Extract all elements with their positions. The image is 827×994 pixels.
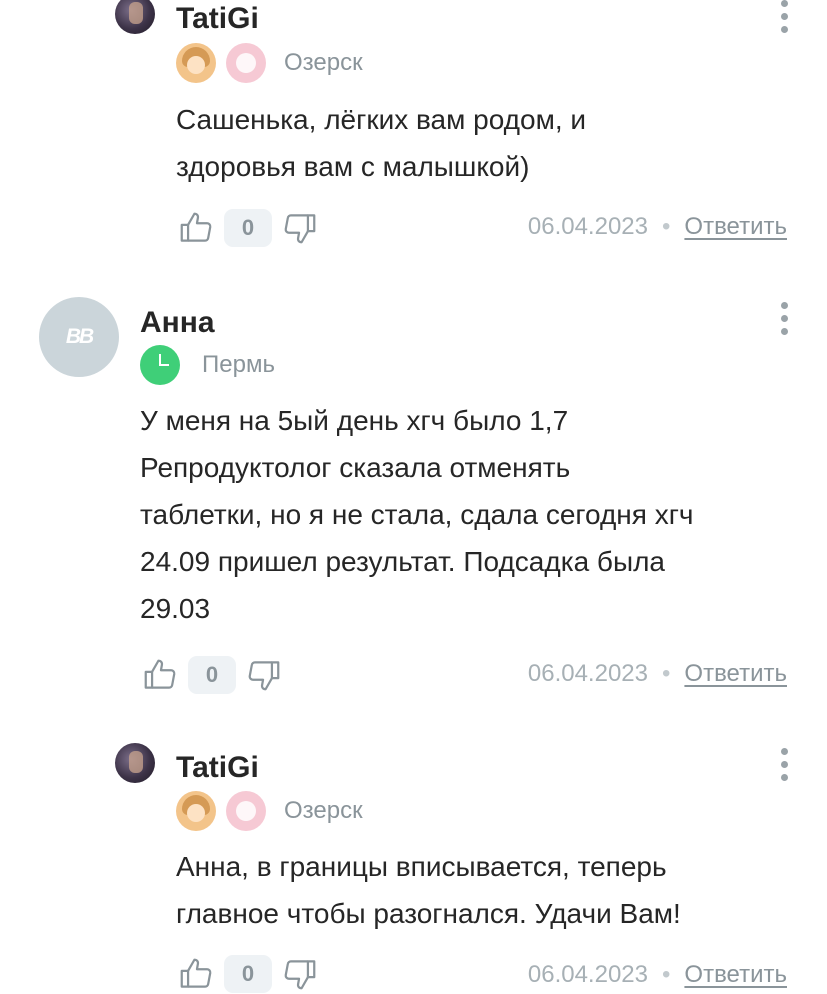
thumbs-up-icon[interactable] [176,954,216,994]
comment-text: У меня на 5ый день хгч было 1,7 Репродук… [140,405,694,624]
reply-link[interactable]: Ответить [684,961,787,989]
baby-icon [226,43,266,83]
reply-link[interactable]: Ответить [684,660,787,688]
comment-meta: 06.04.2023 • Ответить [528,961,787,989]
vote-controls: 0 [140,655,284,695]
user-badges: Пермь [140,345,275,385]
thumbs-up-icon[interactable] [140,655,180,695]
girl-face-icon [176,43,216,83]
vote-controls: 0 [176,954,320,994]
thumbs-down-icon[interactable] [280,954,320,994]
comment-text: Анна, в границы вписывается, теперь глав… [176,851,681,929]
vote-count: 0 [224,209,272,247]
meta-separator: • [662,213,671,240]
author-name[interactable]: Анна [140,306,215,340]
vote-count: 0 [224,955,272,993]
user-avatar[interactable] [115,0,155,34]
author-name[interactable]: TatiGi [176,2,259,36]
thumbs-down-icon[interactable] [244,655,284,695]
user-city: Озерск [284,49,363,76]
comment-meta: 06.04.2023 • Ответить [528,213,787,241]
reply-link[interactable]: Ответить [684,213,787,241]
user-badges: Озерск [176,791,363,831]
baby-icon [226,791,266,831]
more-options-icon[interactable] [781,0,789,33]
comment-date: 06.04.2023 [527,660,648,687]
meta-separator: • [662,660,671,687]
thumbs-up-icon[interactable] [176,208,216,248]
girl-face-icon [176,791,216,831]
vote-count: 0 [188,656,236,694]
vote-controls: 0 [176,208,320,248]
more-options-icon[interactable] [781,748,789,781]
user-badges: Озерск [176,43,363,83]
user-city: Озерск [284,797,363,824]
comment-text: Сашенька, лёгких вам родом, и здоровья в… [176,104,587,182]
thumbs-down-icon[interactable] [280,208,320,248]
comment-date: 06.04.2023 [527,961,648,988]
user-avatar[interactable] [115,743,155,783]
comment-date: 06.04.2023 [527,213,648,240]
meta-separator: • [662,961,671,988]
user-city: Пермь [202,351,275,378]
comment-root: ВВ Анна Пермь У меня на 5ый день хгч был… [0,290,827,710]
comment-reply-1: TatiGi Озерск Сашенька, лёгких вам родом… [0,0,827,260]
more-options-icon[interactable] [781,302,789,335]
comment-reply-2: TatiGi Озерск Анна, в границы вписываетс… [0,740,827,993]
author-name[interactable]: TatiGi [176,751,259,785]
clock-icon [140,345,180,385]
initials-avatar[interactable]: ВВ [39,297,119,377]
comment-meta: 06.04.2023 • Ответить [528,660,787,688]
